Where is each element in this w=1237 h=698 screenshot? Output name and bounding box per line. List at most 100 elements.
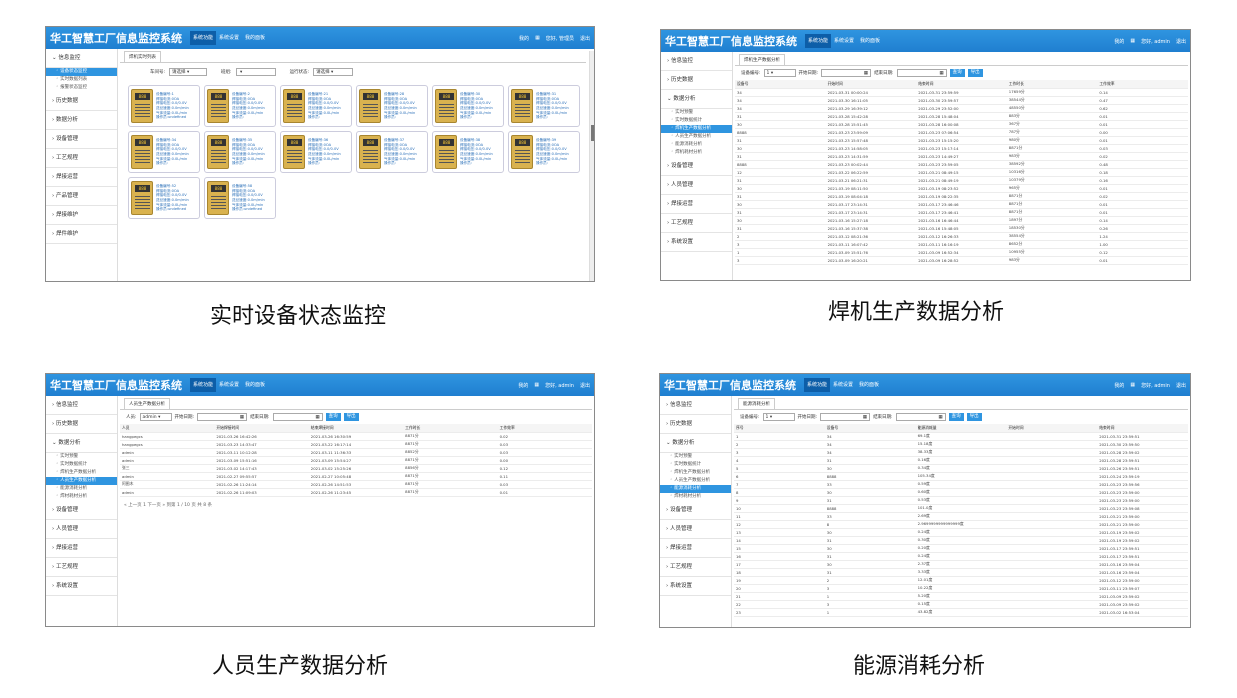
device-card[interactable]: 888 设备编号:37 焊接电流:0OA 焊接电压:0.0/0.0V 送丝速度:0.0m… [356, 131, 428, 173]
sidebar-group[interactable]: › 系统设置 [46, 577, 117, 596]
sidebar-subitem[interactable]: ◦ 实时预警 [46, 453, 117, 461]
table-row[interactable]: 31 2021-03-19 08:04:18 2021-03-19 08:22:35… [735, 192, 1188, 201]
column-header[interactable]: 工作效率 [1097, 80, 1188, 89]
sidebar-subitem[interactable]: ◦ 实时预警 [660, 453, 731, 461]
device-card[interactable]: 888 设备编号:28 焊接电流:0OA 焊接电压:0.0/0.0V 送丝速度:0.0m… [356, 85, 428, 127]
workshop-select[interactable]: 请选择 ▾ [169, 68, 208, 76]
sidebar-group[interactable]: › 设备管理 [46, 130, 117, 149]
sidebar-subitem[interactable]: ◦ 人员生产数据分析 [46, 477, 117, 485]
sidebar-subitem[interactable]: ◦ 焊机生产数据分析 [661, 125, 732, 133]
team-select[interactable]: ▾ [235, 68, 276, 76]
sidebar-group[interactable]: › 历史数据 [46, 92, 117, 111]
sidebar-group[interactable]: › 设备管理 [46, 501, 117, 520]
sidebar-subitem[interactable]: ◦ 实时数据统计 [46, 461, 117, 469]
table-row[interactable]: 18 31 3.33度 2021-03-16 23:59:04 [734, 568, 1188, 577]
sidebar-subitem[interactable]: ◦ 人员生产数据分析 [661, 133, 732, 141]
table-row[interactable]: 31 2021-03-17 23:14:31 2021-03-17 23:46:41… [735, 208, 1188, 217]
sidebar-group[interactable]: › 系统设置 [661, 233, 732, 252]
grid-icon[interactable]: ▦ [1130, 382, 1135, 389]
device-card[interactable]: 888 设备编号:31 焊接电流:0OA 焊接电压:0.0/0.0V 送丝速度:0.0m… [508, 85, 580, 127]
calendar-icon[interactable]: ▦ [315, 414, 319, 421]
sidebar-group[interactable]: › 人员管理 [661, 176, 732, 195]
table-row[interactable]: 8 30 0.60度 2021-03-23 23:59:00 [734, 488, 1188, 497]
sidebar-group[interactable]: › 历史数据 [46, 415, 117, 434]
sidebar-group[interactable]: › 焊接运营 [660, 539, 731, 558]
sidebar-group[interactable]: › 焊接维护 [46, 206, 117, 225]
device-card[interactable]: 888 设备编号:1 焊接电流:0OA 焊接电压:0.0/0.0V 送丝速度:0.0m/… [128, 85, 200, 127]
logout-link[interactable]: 退出 [1176, 38, 1186, 45]
table-row[interactable]: 31 2021-03-23 15:57:48 2021-03-23 15:15:20… [735, 136, 1188, 145]
table-row[interactable]: 31 2021-03-28 15:42:28 2021-03-28 15:48:04… [735, 112, 1188, 121]
nav-system-settings[interactable]: 系统设置 [216, 31, 242, 45]
column-header[interactable]: 结束时间 [916, 80, 1007, 89]
table-row[interactable]: 2 34 15.18度 2021-03-30 23:59:50 [734, 440, 1188, 449]
table-row[interactable]: 20 3 10.22度 2021-03-11 23:59:07 [734, 584, 1188, 593]
sidebar-group[interactable]: › 设备管理 [660, 501, 731, 520]
sidebar-subitem[interactable]: ◦ 实时数据统计 [661, 117, 732, 125]
sidebar-group[interactable]: › 信息监控 [660, 396, 731, 415]
sidebar-subitem[interactable]: ◦ 人员生产数据分析 [660, 477, 731, 485]
table-row[interactable]: 5 30 0.34度 2021-03-26 23:59:51 [734, 464, 1188, 473]
sidebar-subitem[interactable]: ◦ 实时数据统计 [660, 461, 731, 469]
table-row[interactable]: 8888 2021-03-23 00:02:44 2021-03-23 23:59:… [735, 160, 1188, 169]
calendar-icon[interactable]: ▦ [864, 70, 868, 77]
scroll-thumb[interactable] [591, 125, 594, 141]
calendar-icon[interactable]: ▦ [939, 70, 943, 77]
table-row[interactable]: admin 2021-02-26 11:09:03 2021-02-26 11:23… [120, 488, 592, 497]
filter-select[interactable]: admin ▾ [139, 413, 172, 421]
device-card[interactable]: 888 设备编号:36 焊接电流:0OA 焊接电压:0.0/0.0V 送丝速度:0.0m… [280, 131, 352, 173]
table-row[interactable]: 30 2021-03-28 15:51:45 2021-03-28 16:00:08… [735, 120, 1188, 129]
sidebar-subitem[interactable]: ◦ 设备状态监控 [46, 68, 117, 76]
table-row[interactable]: 13 30 0.24度 2021-03-19 23:59:02 [734, 528, 1188, 537]
sidebar-subitem[interactable]: ◦ 报警状态监控 [46, 84, 117, 92]
sidebar-subitem[interactable]: ◦ 焊机生产数据分析 [46, 469, 117, 477]
nav-system-functions[interactable]: 系统功能 [804, 378, 831, 392]
column-header[interactable]: 设备号 [824, 424, 916, 433]
sidebar-group[interactable]: › 人员管理 [46, 520, 117, 539]
table-row[interactable]: 3 2021-03-11 16:07:42 2021-03-11 16:16:19 8… [735, 240, 1188, 249]
scrollbar[interactable] [589, 51, 594, 281]
table-row[interactable]: 6 8888 105.34度 2021-03-24 23:59:19 [734, 472, 1188, 481]
table-row[interactable]: 23 1 43.82度 2021-03-02 16:53:04 [734, 608, 1188, 617]
table-row[interactable]: 2 2021-03-12 08:21:36 2021-03-12 16:26:33 3… [735, 232, 1188, 241]
device-card[interactable]: 888 设备编号:58 焊接电流:0OA 焊接电压:0.0/0.0V 送丝速度:0.0m… [204, 177, 276, 219]
search-button[interactable]: 查询 [325, 413, 341, 421]
sidebar-group[interactable]: › 工艺规程 [46, 149, 117, 168]
sidebar-group[interactable]: › 数据分析 [46, 111, 117, 130]
sidebar-subitem[interactable]: ◦ 能源消耗分析 [660, 485, 731, 493]
table-row[interactable]: 30 2021-03-19 08:11:50 2021-03-19 08:23:52… [735, 184, 1188, 193]
device-card[interactable]: 888 设备编号:52 焊接电流:0OA 焊接电压:0.0/0.0V 送丝速度:0.0m… [128, 177, 200, 219]
table-row[interactable]: admin 2021-03-09 15:51:16 2021-03-09 15:54… [120, 456, 592, 465]
table-row[interactable]: 阿图木 2021-02-26 11:24:14 2021-02-26 14:51:5… [120, 480, 592, 489]
table-row[interactable]: 1 2021-03-09 15:51:76 2021-03-09 16:52:34 1… [735, 248, 1188, 257]
sidebar-group[interactable]: ⌄ 数据分析 [660, 434, 731, 453]
nav-my-panel[interactable]: 我的面板 [856, 378, 882, 392]
export-button[interactable]: 导出 [343, 413, 359, 421]
device-card[interactable]: 888 设备编号:39 焊接电流:0OA 焊接电压:0.0/0.0V 送丝速度:0.0m… [508, 131, 580, 173]
end-date-input[interactable]: ▦ [896, 69, 947, 77]
table-row[interactable]: 34 2021-03-31 00:00:24 2021-03-31 23:59:59… [735, 88, 1188, 97]
sidebar-group[interactable]: › 产品管理 [46, 187, 117, 206]
column-header[interactable]: 开始时间 [825, 80, 917, 89]
nav-system-settings[interactable]: 系统设置 [216, 378, 242, 392]
grid-icon[interactable]: ▦ [1130, 38, 1135, 45]
sidebar-group[interactable]: › 焊接运营 [46, 539, 117, 558]
sidebar-group[interactable]: ⌄ 数据分析 [46, 434, 117, 453]
tab-energy-analysis[interactable]: 能源消耗分析 [738, 398, 775, 409]
status-select[interactable]: 请选择 ▾ [313, 68, 354, 76]
table-row[interactable]: 21 1 5.20度 2021-03-09 23:59:02 [734, 592, 1188, 601]
table-row[interactable]: 9 31 0.53度 2021-03-23 23:59:00 [734, 496, 1188, 505]
sidebar-group[interactable]: › 历史数据 [660, 415, 731, 434]
table-row[interactable]: 1 34 69.1度 2021-03-31 23:59:51 [734, 432, 1188, 441]
export-button[interactable]: 导出 [967, 69, 983, 77]
nav-system-functions[interactable]: 系统功能 [190, 378, 217, 392]
sidebar-group[interactable]: › 焊接运营 [661, 195, 732, 214]
logout-link[interactable]: 退出 [580, 382, 590, 389]
column-header[interactable]: 开始焊接时间 [214, 424, 309, 433]
table-row[interactable]: 15 30 0.20度 2021-03-17 23:59:51 [734, 544, 1188, 553]
nav-my-panel[interactable]: 我的面板 [242, 31, 268, 45]
table-row[interactable]: 22 3 0.15度 2021-03-09 23:59:02 [734, 600, 1188, 609]
table-row[interactable]: admin 2021-02-27 09:55:57 2021-02-27 10:05… [120, 472, 592, 481]
sidebar-group[interactable]: ⌄ 数据分析 [661, 90, 732, 109]
nav-system-functions[interactable]: 系统功能 [805, 34, 832, 48]
